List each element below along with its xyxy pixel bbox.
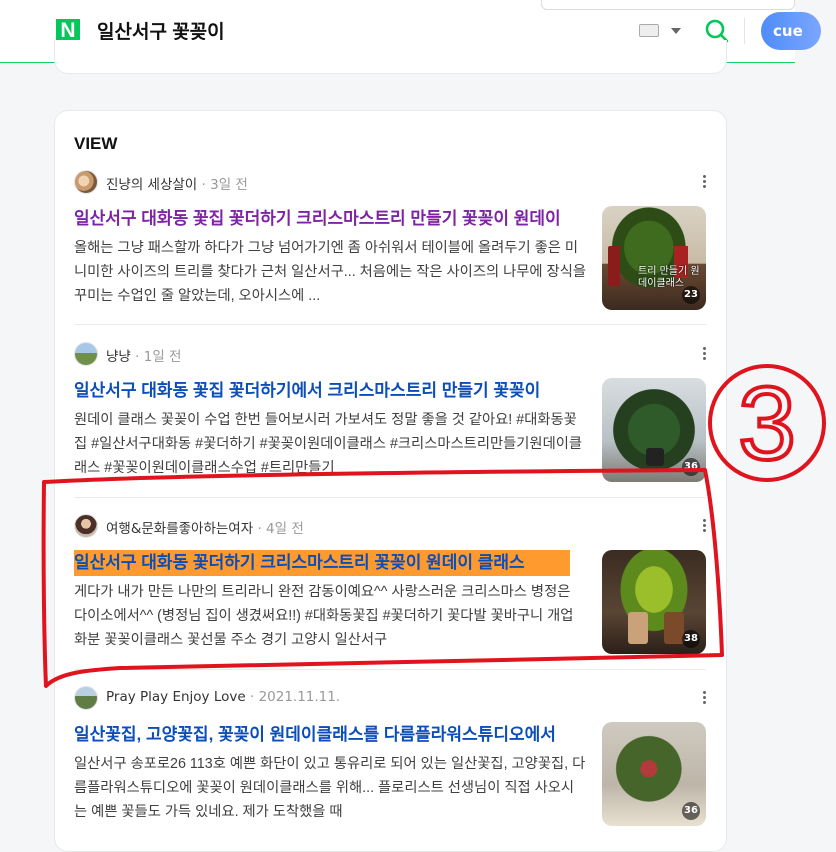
annotation-number: 3 xyxy=(738,366,796,482)
annotation-highlight-box xyxy=(41,468,724,688)
annotation-overlay: 3 xyxy=(41,364,826,688)
